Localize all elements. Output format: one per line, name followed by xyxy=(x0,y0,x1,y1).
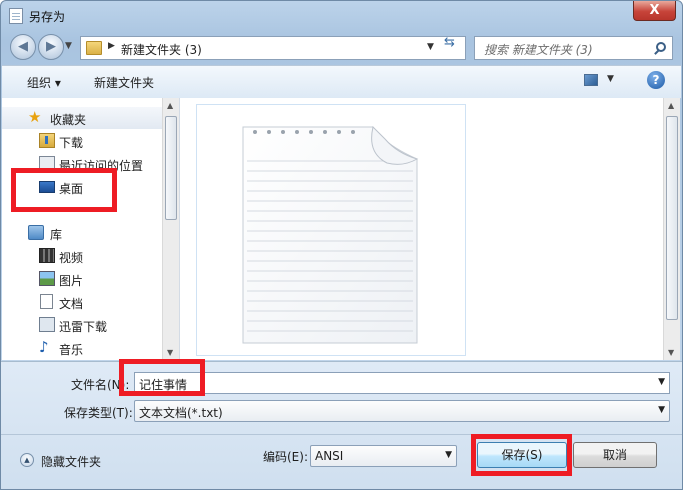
encoding-label: 编码(E): xyxy=(263,450,308,464)
chevron-down-icon[interactable]: ▼ xyxy=(658,405,665,415)
scroll-up-icon[interactable]: ▲ xyxy=(668,101,674,110)
recent-pages-dropdown-icon[interactable]: ▼ xyxy=(65,41,72,51)
file-list-pane[interactable]: ▲ ▼ xyxy=(180,98,680,360)
navigation-pane-scrollbar[interactable]: ▲ ▼ xyxy=(162,98,179,360)
sidebar-item-label: 音乐 xyxy=(59,343,84,357)
filename-input[interactable]: 记住事情 ▼ xyxy=(134,372,670,394)
new-folder-button[interactable]: 新建文件夹 xyxy=(94,74,154,91)
sidebar-item-libraries[interactable]: 库 xyxy=(2,222,162,244)
sidebar-item-label: 图片 xyxy=(59,274,84,288)
chevron-down-icon[interactable]: ▼ xyxy=(445,450,452,460)
filename-dropdown-icon[interactable]: ▼ xyxy=(658,377,665,387)
highlight-desktop-box xyxy=(11,168,117,212)
cancel-button[interactable]: 取消 xyxy=(573,442,657,468)
sidebar-item-videos[interactable]: 视频 xyxy=(2,245,162,267)
scroll-down-icon[interactable]: ▼ xyxy=(668,348,674,357)
change-view-icon[interactable] xyxy=(584,74,598,86)
highlight-filename-box xyxy=(119,359,205,396)
scroll-down-icon[interactable]: ▼ xyxy=(167,348,173,357)
pictures-icon xyxy=(39,271,55,286)
downloads-folder-icon xyxy=(39,133,55,148)
address-dropdown-icon[interactable]: ▼ xyxy=(427,42,434,52)
documents-icon xyxy=(40,294,53,309)
folder-icon xyxy=(86,41,102,55)
sidebar-item-label: 收藏夹 xyxy=(50,113,87,127)
back-button[interactable]: ◀ xyxy=(10,34,36,60)
file-preview-frame xyxy=(196,104,466,356)
sidebar-item-label: 文档 xyxy=(59,297,84,311)
encoding-select[interactable]: ANSI ▼ xyxy=(310,445,457,467)
sidebar-item-label: 视频 xyxy=(59,251,84,265)
breadcrumb-arrow-icon[interactable]: ▶ xyxy=(108,41,115,51)
libraries-icon xyxy=(28,225,44,240)
videos-icon xyxy=(39,248,55,263)
close-button[interactable]: X xyxy=(633,1,676,21)
filetype-label: 保存类型(T): xyxy=(64,406,133,420)
sidebar-item-xunlei-downloads[interactable]: 迅雷下载 xyxy=(2,314,162,336)
navigation-bar: ◀ ▶ ▼ ▶ 新建文件夹 (3) ▼ ⇆ 搜索 新建文件夹 (3) xyxy=(1,31,682,63)
collapse-up-icon[interactable]: ▲ xyxy=(20,453,34,467)
search-icon[interactable] xyxy=(656,42,666,52)
window-title: 另存为 xyxy=(29,10,66,24)
save-form: 文件名(N): 记住事情 ▼ 保存类型(T): 文本文档(*.txt) ▼ ▲ … xyxy=(1,361,682,489)
help-icon[interactable]: ? xyxy=(647,71,665,89)
sidebar-item-music[interactable]: ♪ 音乐 xyxy=(2,337,162,359)
scroll-up-icon[interactable]: ▲ xyxy=(167,101,173,110)
sidebar-item-documents[interactable]: 文档 xyxy=(2,291,162,313)
sidebar-item-label: 下载 xyxy=(59,136,84,150)
star-icon: ★ xyxy=(28,108,42,126)
breadcrumb-current-folder[interactable]: 新建文件夹 (3) xyxy=(121,41,202,58)
filetype-select[interactable]: 文本文档(*.txt) ▼ xyxy=(134,400,670,422)
search-placeholder: 搜索 新建文件夹 (3) xyxy=(484,43,593,57)
scroll-thumb[interactable] xyxy=(165,116,177,220)
sidebar-item-favorites[interactable]: ★ 收藏夹 xyxy=(2,107,162,129)
divider xyxy=(1,434,682,435)
filetype-value: 文本文档(*.txt) xyxy=(139,406,223,420)
sidebar-item-downloads[interactable]: 下载 xyxy=(2,130,162,152)
navigation-pane: ★ 收藏夹 下载 最近访问的位置 桌面 库 视频 图片 文档 迅雷下载 ♪ 音乐… xyxy=(2,98,180,360)
sidebar-item-label: 迅雷下载 xyxy=(59,320,108,334)
xunlei-downloads-icon xyxy=(39,317,55,332)
search-input[interactable]: 搜索 新建文件夹 (3) xyxy=(474,36,673,60)
sidebar-item-pictures[interactable]: 图片 xyxy=(2,268,162,290)
forward-button[interactable]: ▶ xyxy=(38,34,64,60)
organize-menu[interactable]: 组织 ▾ xyxy=(27,74,61,91)
address-bar[interactable]: ▶ 新建文件夹 (3) ▼ xyxy=(80,36,466,60)
title-bar: 另存为 X xyxy=(1,1,682,31)
command-toolbar: 组织 ▾ 新建文件夹 ▼ ? xyxy=(2,65,681,99)
sidebar-item-label: 库 xyxy=(50,228,63,242)
music-note-icon: ♪ xyxy=(39,338,49,356)
notepad-icon xyxy=(9,8,23,24)
highlight-save-button-box xyxy=(471,434,572,476)
encoding-value: ANSI xyxy=(315,449,344,463)
file-list-scrollbar[interactable]: ▲ ▼ xyxy=(663,98,680,360)
save-as-dialog: 另存为 X ◀ ▶ ▼ ▶ 新建文件夹 (3) ▼ ⇆ 搜索 新建文件夹 (3)… xyxy=(0,0,683,490)
text-document-icon xyxy=(242,126,419,344)
scroll-thumb[interactable] xyxy=(666,116,678,320)
view-dropdown-icon[interactable]: ▼ xyxy=(607,74,614,84)
refresh-icon[interactable]: ⇆ xyxy=(444,36,462,49)
hide-folders-toggle[interactable]: 隐藏文件夹 xyxy=(41,453,101,470)
